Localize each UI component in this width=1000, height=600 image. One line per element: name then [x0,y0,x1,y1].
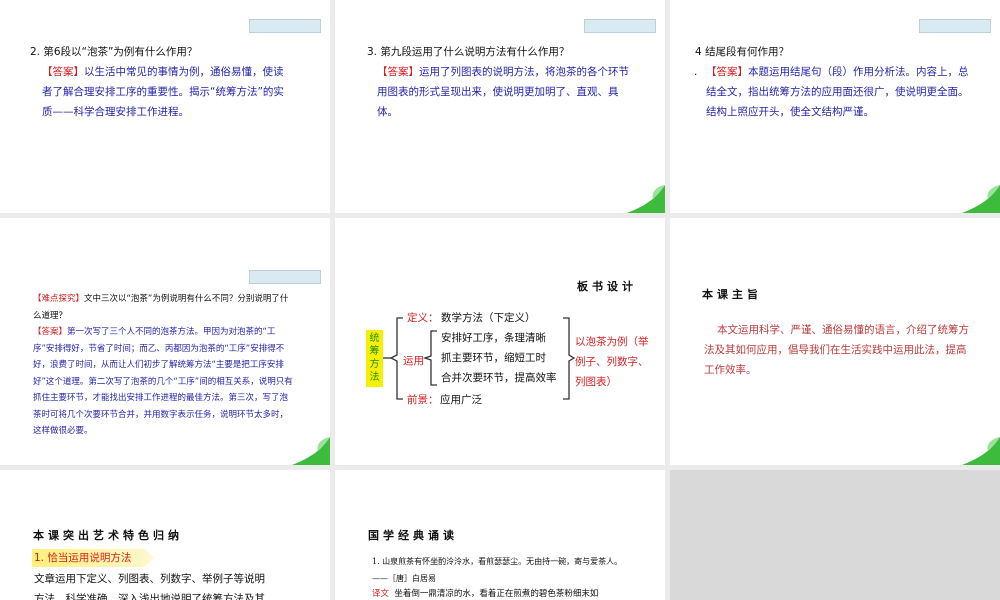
slide-tag-box [919,19,991,33]
translation-text: 坐着倒一鼎清凉的水，看着正在煎煮的碧色茶粉细末如 [394,589,599,599]
future-text: 应用广泛 [440,394,482,406]
point-title: 1. 恰当运用说明方法 [34,552,132,564]
page-curl-icon [962,185,1000,213]
page-curl-icon [962,437,1000,465]
question: 【难点探究】文中三次以“泡茶”为例说明有什么不同？分别说明了什么道理？ [33,291,295,324]
slide-thumbnail-1[interactable]: 2. 第6段以“泡茶”为例有什么作用？ 【答案】以生活中常见的事情为例，通俗易懂… [0,0,330,213]
page-curl-icon [292,437,330,465]
slide-title: 国学经典诵读 [368,529,458,542]
answer-tag: 【答案】 [42,66,84,78]
definition-text: 数学方法（下定义） [441,312,536,324]
usage-item: 抓主要环节，缩短工时 [441,352,546,364]
slide-body: 文章运用下定义、列图表、列数字、举例子等说明方法，科学准确、深入浅出地说明了统筹… [34,573,265,600]
answer-tag: 【答案】 [33,327,68,337]
slide-tag-box [584,19,656,33]
future-label: 前景： [407,394,439,406]
bullet: . [694,66,698,78]
poem-item: 1. 山泉煎茶有怀坐酌泠泠水，看煎瑟瑟尘。无由持一碗，寄与爱茶人。——［唐］白居… [372,557,623,583]
empty-area [670,470,1000,600]
answer-tag: 【答案】 [706,66,748,78]
translation: 译文 坐着倒一鼎清凉的水，看着正在煎煮的碧色茶粉细末如 [372,586,632,600]
question: 2. 第6段以“泡茶”为例有什么作用？ [30,46,198,58]
right-brace [563,317,575,400]
usage-label: 运用 [403,355,424,367]
answer: 【答案】本题运用结尾句（段）作用分析法。内容上，总结全文，指出统筹方法的应用面还… [706,62,976,122]
answer: 【答案】运用了列图表的说明方法，将泡茶的各个环节用图表的形式呈现出来，使说明更加… [377,62,632,122]
slide-thumbnail-2[interactable]: 3. 第九段运用了什么说明方法有什么作用？ 【答案】运用了列图表的说明方法，将泡… [335,0,665,213]
answer-text: 第一次写了三个人不同的泡茶方法。甲因为对泡茶的“工序”安排得好，节省了时间；而乙… [33,327,293,436]
definition-label: 定义： [407,312,439,324]
root-node: 统筹方法 [366,330,383,387]
slide-thumbnail-6[interactable]: 本课主旨 本文运用科学、严谨、通俗易懂的语言，介绍了统筹方法及其如何应用，倡导我… [670,218,1000,465]
example-note: 以泡茶为例（举例子、列数字、列图表） [575,336,649,388]
slide-title: 本课主旨 [702,288,762,301]
usage-item: 安排好工序，条理清晰 [441,332,546,344]
slide-tag-box [249,19,321,33]
slide-tag-box [249,270,321,284]
slide-thumbnail-7[interactable]: 本课突出艺术特色归纳 1. 恰当运用说明方法 文章运用下定义、列图表、列数字、举… [0,470,330,600]
usage-item: 合并次要环节，提高效率 [441,372,557,384]
question: 3. 第九段运用了什么说明方法有什么作用？ [367,46,570,58]
slide-thumbnail-8[interactable]: 国学经典诵读 1. 山泉煎茶有怀坐酌泠泠水，看煎瑟瑟尘。无由持一碗，寄与爱茶人。… [335,470,665,600]
translation-label: 译文 [372,589,390,599]
slide-title: 板书设计 [577,280,637,293]
answer-tag: 【答案】 [377,66,419,78]
slide-thumbnail-3[interactable]: 4 结尾段有何作用？ . 【答案】本题运用结尾句（段）作用分析法。内容上，总结全… [670,0,1000,213]
difficulty-tag: 【难点探究】 [33,294,85,304]
answer: 【答案】第一次写了三个人不同的泡茶方法。甲因为对泡茶的“工序”安排得好，节省了时… [33,324,295,440]
answer: 【答案】以生活中常见的事情为例，通俗易懂，使读者了解合理安排工序的重要性。揭示“… [42,62,292,122]
slide-thumbnail-4[interactable]: 【难点探究】文中三次以“泡茶”为例说明有什么不同？分别说明了什么道理？ 【答案】… [0,218,330,465]
question: 4 结尾段有何作用？ [695,46,790,58]
slide-body: 本文运用科学、严谨、通俗易懂的语言，介绍了统筹方法及其如何应用，倡导我们在生活实… [704,324,969,376]
page-curl-icon [627,185,665,213]
slide-title: 本课突出艺术特色归纳 [33,529,183,542]
slide-thumbnail-5[interactable]: 板书设计 统筹方法 定义： 数学方法（下定义） 运用 安排好工序，条理清晰 抓主… [335,218,665,465]
